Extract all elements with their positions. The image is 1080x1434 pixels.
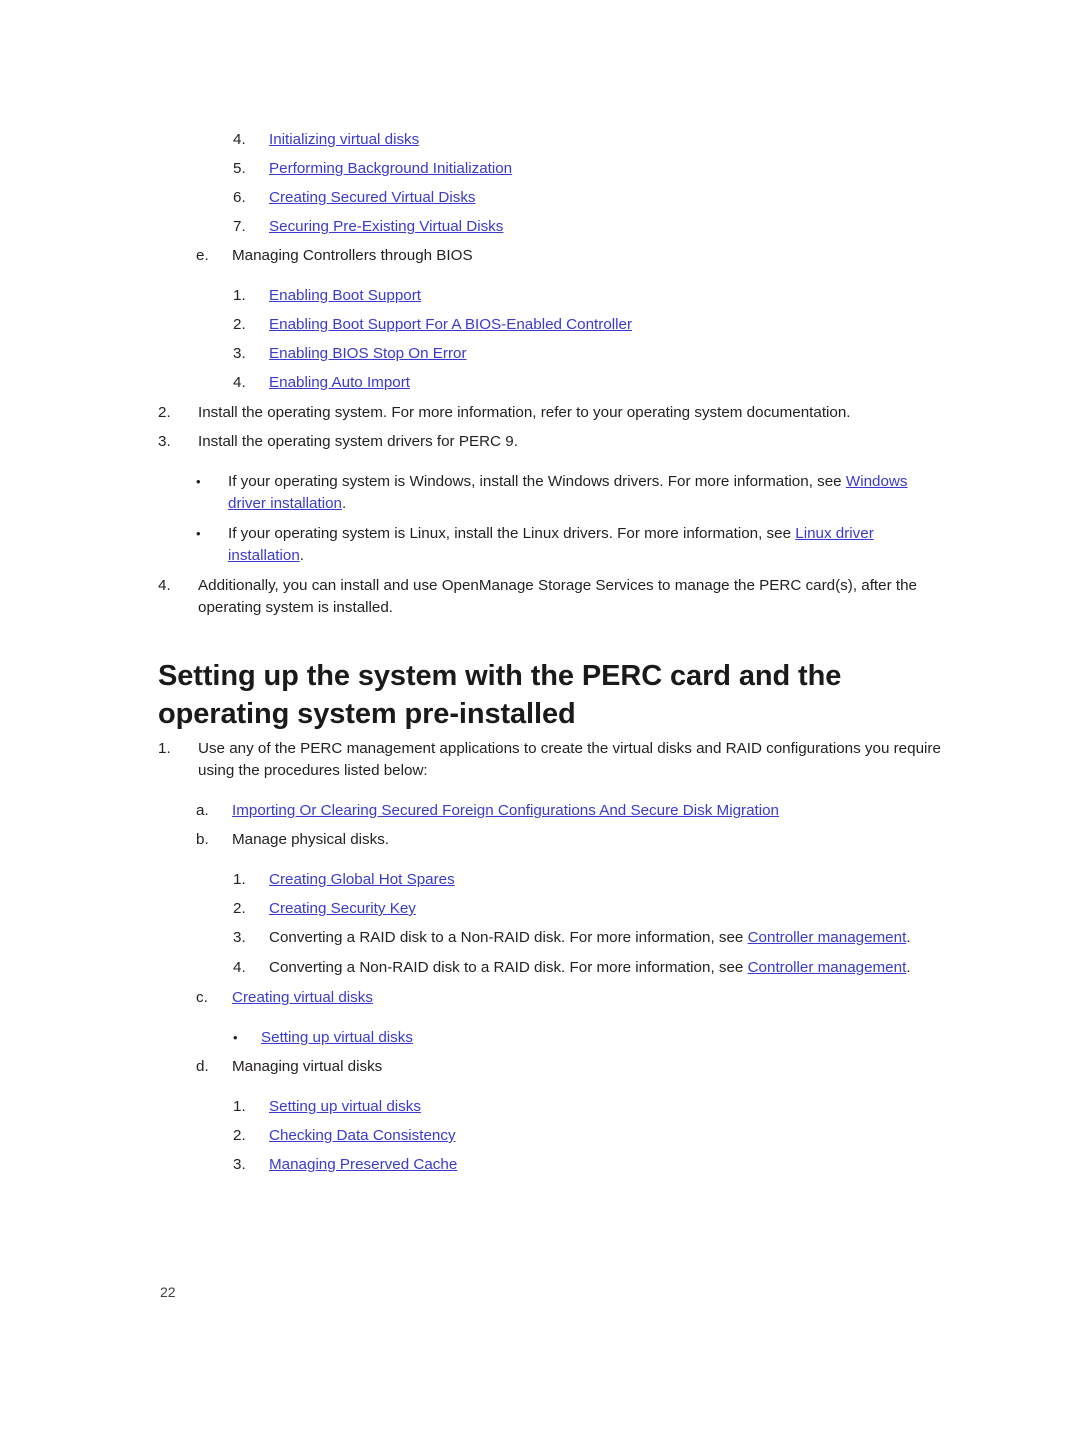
- link-creating-global-hot-spares[interactable]: Creating Global Hot Spares: [269, 871, 455, 888]
- list-item-text: Manage physical disks.: [232, 831, 390, 848]
- link-managing-preserved-cache[interactable]: Managing Preserved Cache: [269, 1156, 457, 1173]
- list-item-text: Install the operating system. For more i…: [198, 404, 851, 421]
- list-marker: e.: [196, 247, 209, 264]
- list-marker: 2.: [233, 316, 246, 333]
- list-marker: 3.: [233, 1156, 246, 1173]
- list-item: 4. Initializing virtual disks: [233, 129, 1080, 151]
- list-item-text: Managing virtual disks: [232, 1058, 383, 1075]
- page-number: 22: [160, 1284, 176, 1300]
- link-setting-up-virtual-disks[interactable]: Setting up virtual disks: [269, 1098, 421, 1115]
- bottom-list-block: 1. Use any of the PERC management applic…: [0, 738, 1080, 1176]
- list-marker: 4.: [233, 131, 246, 148]
- list-marker: 3.: [233, 929, 246, 946]
- page-title: Setting up the system with the PERC card…: [158, 660, 842, 731]
- link-initializing-virtual-disks[interactable]: Initializing virtual disks: [269, 131, 419, 148]
- mid-list-block: 2. Install the operating system. For mor…: [0, 402, 1080, 619]
- bullet-text-post: .: [299, 547, 304, 564]
- list-item: 2. Enabling Boot Support For A BIOS-Enab…: [233, 314, 1080, 336]
- link-securing-pre-existing-virtual-disks[interactable]: Securing Pre-Existing Virtual Disks: [269, 218, 503, 235]
- link-checking-data-consistency[interactable]: Checking Data Consistency: [269, 1127, 456, 1144]
- link-enabling-boot-support[interactable]: Enabling Boot Support: [269, 287, 421, 304]
- bullet-text-post: .: [341, 495, 347, 512]
- list-item: 2. Install the operating system. For mor…: [158, 402, 1080, 424]
- link-creating-virtual-disks[interactable]: Creating virtual disks: [232, 989, 373, 1006]
- list-item: 4. Additionally, you can install and use…: [158, 575, 978, 619]
- list-marker: 2.: [233, 900, 246, 917]
- list-marker: 2.: [158, 404, 171, 421]
- list-item-text: If your operating system is Windows, ins…: [228, 471, 918, 515]
- list-item-text: If your operating system is Linux, insta…: [228, 523, 940, 567]
- list-item: • If your operating system is Linux, ins…: [196, 523, 940, 567]
- list-item-text: Install the operating system drivers for…: [198, 433, 518, 450]
- subitem-text-pre: Converting a Non-RAID disk to a RAID dis…: [269, 959, 748, 976]
- list-item: 1. Enabling Boot Support: [233, 285, 1080, 307]
- list-item: 5. Performing Background Initialization: [233, 158, 1080, 180]
- document-page: 4. Initializing virtual disks 5. Perform…: [0, 0, 1080, 1434]
- subitem-text-post: .: [906, 929, 911, 946]
- link-enabling-auto-import[interactable]: Enabling Auto Import: [269, 374, 410, 391]
- list-marker: 1.: [233, 1098, 246, 1115]
- list-marker: 3.: [158, 433, 171, 450]
- list-item: 7. Securing Pre-Existing Virtual Disks: [233, 216, 1080, 238]
- link-controller-management[interactable]: Controller management: [748, 959, 907, 976]
- bullet-text-pre: If your operating system is Linux, insta…: [228, 525, 796, 542]
- list-item: 3. Converting a RAID disk to a Non-RAID …: [233, 927, 917, 949]
- bullet-text-pre: If your operating system is Windows, ins…: [228, 473, 846, 490]
- link-setting-up-virtual-disks[interactable]: Setting up virtual disks: [261, 1029, 413, 1046]
- list-item: 1. Creating Global Hot Spares: [233, 869, 1080, 891]
- list-marker: 4.: [233, 959, 246, 976]
- list-marker: 3.: [233, 345, 246, 362]
- list-marker: d.: [196, 1058, 209, 1075]
- list-marker: b.: [196, 831, 209, 848]
- list-item-e: e. Managing Controllers through BIOS: [196, 245, 1080, 267]
- list-item: • Setting up virtual disks: [233, 1027, 1080, 1049]
- list-item: 3. Enabling BIOS Stop On Error: [233, 343, 1080, 365]
- list-marker: 4.: [158, 577, 171, 594]
- list-marker: 2.: [233, 1127, 246, 1144]
- list-marker: 5.: [233, 160, 246, 177]
- list-marker: 1.: [233, 287, 246, 304]
- list-item-d: d. Managing virtual disks: [196, 1056, 1080, 1078]
- list-marker: 6.: [233, 189, 246, 206]
- link-performing-background-initialization[interactable]: Performing Background Initialization: [269, 160, 512, 177]
- link-enabling-bios-stop-on-error[interactable]: Enabling BIOS Stop On Error: [269, 345, 467, 362]
- list-item: 3. Managing Preserved Cache: [233, 1154, 1080, 1176]
- list-item-text: Additionally, you can install and use Op…: [198, 577, 917, 616]
- list-marker: 7.: [233, 218, 246, 235]
- subitem-text-post: .: [906, 959, 911, 976]
- list-item: 4. Enabling Auto Import: [233, 372, 1080, 394]
- list-item: 4. Converting a Non-RAID disk to a RAID …: [233, 957, 917, 979]
- list-marker: a.: [196, 802, 209, 819]
- list-item: 2. Creating Security Key: [233, 898, 1080, 920]
- top-list-block: 4. Initializing virtual disks 5. Perform…: [0, 129, 1080, 394]
- list-item-text: Converting a RAID disk to a Non-RAID dis…: [269, 927, 917, 949]
- list-item-text: Converting a Non-RAID disk to a RAID dis…: [269, 957, 917, 979]
- list-marker: c.: [196, 989, 208, 1006]
- link-importing-or-clearing-secured-foreign-configurations[interactable]: Importing Or Clearing Secured Foreign Co…: [232, 802, 779, 819]
- bullet-icon: •: [196, 474, 201, 489]
- list-item-a: a. Importing Or Clearing Secured Foreign…: [196, 800, 1080, 822]
- list-marker: 4.: [233, 374, 246, 391]
- list-item: 1. Setting up virtual disks: [233, 1096, 1080, 1118]
- bullet-icon: •: [233, 1030, 238, 1045]
- bullet-icon: •: [196, 526, 201, 541]
- list-item-text: Managing Controllers through BIOS: [232, 247, 473, 264]
- subitem-text-pre: Converting a RAID disk to a Non-RAID dis…: [269, 929, 748, 946]
- link-controller-management[interactable]: Controller management: [748, 929, 907, 946]
- list-item: 2. Checking Data Consistency: [233, 1125, 1080, 1147]
- link-creating-secured-virtual-disks[interactable]: Creating Secured Virtual Disks: [269, 189, 476, 206]
- list-item: 1. Use any of the PERC management applic…: [158, 738, 973, 782]
- list-item: • If your operating system is Windows, i…: [196, 471, 918, 515]
- list-item: 6. Creating Secured Virtual Disks: [233, 187, 1080, 209]
- list-marker: 1.: [158, 740, 171, 757]
- list-item-c: c. Creating virtual disks: [196, 987, 1080, 1009]
- link-creating-security-key[interactable]: Creating Security Key: [269, 900, 416, 917]
- link-enabling-boot-support-bios-enabled-controller[interactable]: Enabling Boot Support For A BIOS-Enabled…: [269, 316, 632, 333]
- list-item-b: b. Manage physical disks.: [196, 829, 1080, 851]
- list-item: 3. Install the operating system drivers …: [158, 431, 1080, 453]
- list-item-text: Use any of the PERC management applicati…: [198, 740, 941, 779]
- list-marker: 1.: [233, 871, 246, 888]
